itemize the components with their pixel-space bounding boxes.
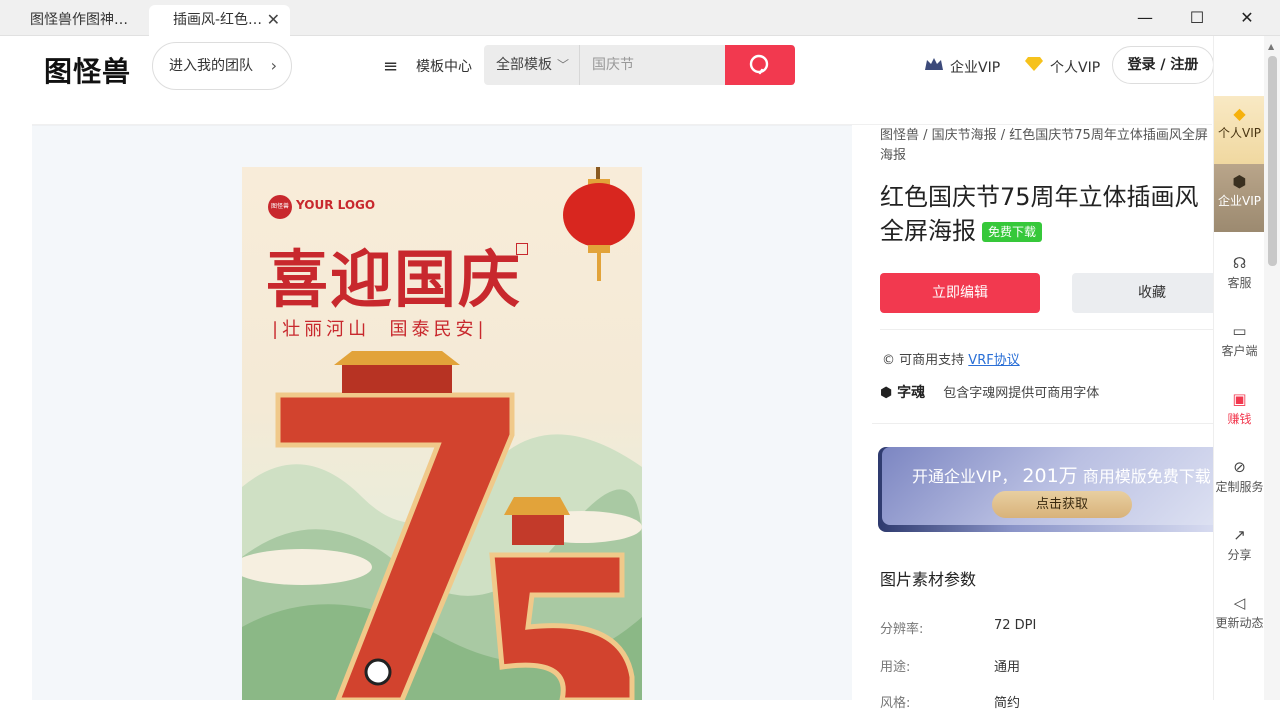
font-brand: ⬢ 字魂 (880, 385, 925, 401)
template-center-link[interactable]: 模板中心 (416, 56, 472, 76)
divider (880, 329, 1214, 330)
search-category-select[interactable]: 全部模板 ﹀ (484, 45, 580, 85)
megaphone-icon: ◁ (1233, 594, 1246, 612)
font-info-row: ⬢ 字魂 包含字魂网提供可商用字体 (880, 382, 1214, 402)
sidebar-item-client[interactable]: ▭ 客户端 (1214, 322, 1265, 359)
number-75-illustration (275, 351, 635, 700)
sidebar-corp-vip-label: 企业VIP (1218, 194, 1261, 208)
monitor-icon: ▭ (1232, 322, 1247, 340)
params-title: 图片素材参数 (880, 570, 977, 589)
browser-tab-1[interactable]: 图怪兽作图神… (0, 5, 148, 36)
window-close-button[interactable]: ✕ (1222, 0, 1272, 36)
sidebar-item-label: 客服 (1227, 276, 1252, 290)
font-brand-label: 字魂 (897, 385, 926, 401)
crown-icon (924, 56, 944, 76)
link-icon: ⊘ (1233, 458, 1246, 476)
page-title: 红色国庆节75周年立体插画风全屏海报 免费下载 (880, 180, 1214, 248)
poster-logo-badge: 图怪兽 (268, 195, 292, 219)
search-input[interactable] (580, 45, 725, 85)
browser-tab-strip: 图怪兽作图神… 插画风-红色… ✕ — ☐ ✕ (0, 0, 1280, 36)
corp-badge-icon: ⬢ (1232, 172, 1247, 191)
param-value-style: 简约 (994, 696, 1021, 711)
floating-sidebar: ◆ 个人VIP ⬢ 企业VIP ☊ 客服 ▭ 客户端 ▣ 赚钱 ⊘ 定制服务 ↗… (1213, 36, 1265, 700)
license-text: 可商用支持 (899, 353, 965, 368)
promo-suffix: 商用模版免费下载 (1082, 467, 1211, 486)
param-label-style: 风格: (880, 696, 911, 711)
promo-prefix: 开通企业VIP， (912, 467, 1018, 486)
sidebar-item-customer-service[interactable]: ☊ 客服 (1214, 254, 1265, 291)
chevron-down-icon: ﹀ (556, 58, 569, 72)
edit-now-button[interactable]: 立即编辑 (880, 273, 1040, 313)
sidebar-corp-vip[interactable]: ⬢ 企业VIP (1214, 164, 1265, 232)
sidebar-item-label: 客户端 (1221, 344, 1258, 358)
diamond-icon: ◆ (1233, 104, 1246, 123)
license-row: © 可商用支持 VRF协议 (882, 349, 1020, 368)
vrf-license-link[interactable]: VRF协议 (968, 353, 1019, 368)
maximize-button[interactable]: ☐ (1172, 0, 1222, 36)
promo-text: 开通企业VIP， 201万 商用模版免费下载 (912, 461, 1211, 488)
site-logo[interactable]: 图怪兽 (44, 50, 131, 90)
sidebar-item-updates[interactable]: ◁ 更新动态 (1214, 594, 1265, 631)
free-download-badge: 免费下载 (982, 222, 1043, 242)
search-icon (749, 54, 769, 75)
lantern-illustration (563, 167, 635, 281)
sidebar-personal-vip-label: 个人VIP (1218, 126, 1261, 140)
corp-vip-link[interactable]: 企业VIP (924, 56, 1000, 77)
divider (872, 423, 1214, 424)
browser-tab-2-active[interactable]: 插画风-红色… ✕ (149, 5, 290, 36)
sidebar-item-label: 更新动态 (1215, 616, 1264, 630)
corp-vip-label: 企业VIP (950, 60, 1001, 76)
sidebar-item-earn[interactable]: ▣ 赚钱 (1214, 390, 1265, 427)
my-team-label: 进入我的团队 (169, 58, 253, 74)
scrollbar-thumb[interactable] (1268, 56, 1277, 266)
chevron-right-icon: › (270, 56, 277, 75)
headset-icon: ☊ (1232, 254, 1247, 272)
minimize-button[interactable]: — (1120, 0, 1170, 36)
gift-icon: ▣ (1232, 390, 1247, 408)
diamond-icon (1024, 56, 1044, 76)
sidebar-personal-vip[interactable]: ◆ 个人VIP (1214, 96, 1265, 164)
sidebar-item-custom-service[interactable]: ⊘ 定制服务 (1214, 458, 1265, 495)
poster-your-logo: YOUR LOGO (296, 198, 376, 212)
sidebar-item-label: 定制服务 (1215, 480, 1264, 494)
param-label-usage: 用途: (880, 660, 911, 675)
login-register-button[interactable]: 登录 / 注册 (1112, 46, 1214, 84)
personal-vip-label: 个人VIP (1050, 60, 1101, 76)
scroll-up-icon[interactable]: ▲ (1268, 42, 1274, 51)
param-label-resolution: 分辨率: (880, 622, 924, 637)
param-value-resolution: 72 DPI (994, 618, 1037, 633)
poster-headline: 喜迎国庆 (266, 243, 523, 316)
poster-preview[interactable]: 图怪兽 YOUR LOGO 喜迎国庆 |壮丽河山 国泰民安| (242, 167, 642, 700)
promo-get-button[interactable]: 点击获取 (992, 491, 1132, 518)
my-team-button[interactable]: 进入我的团队 › (152, 42, 292, 90)
close-icon[interactable]: ✕ (267, 5, 280, 35)
sidebar-item-label: 赚钱 (1227, 412, 1252, 426)
sidebar-item-label: 分享 (1227, 548, 1252, 562)
share-icon: ↗ (1233, 526, 1246, 544)
search-button[interactable] (725, 45, 795, 85)
copyright-icon: © (882, 353, 895, 368)
cube-icon: ⬢ (880, 385, 893, 401)
font-note: 包含字魂网提供可商用字体 (943, 386, 1100, 401)
poster-subheadline: |壮丽河山 国泰民安| (272, 319, 488, 340)
seal-icon (516, 243, 528, 255)
page-scrollbar[interactable]: ▲ (1264, 36, 1280, 700)
tab-label: 图怪兽作图神… (30, 12, 128, 28)
tab-label: 插画风-红色… (173, 12, 263, 28)
param-value-usage: 通用 (994, 660, 1021, 675)
promo-count: 201万 (1022, 465, 1078, 487)
breadcrumb[interactable]: 图怪兽 / 国庆节海报 / 红色国庆节75周年立体插画风全屏海报 (880, 126, 1214, 166)
corp-vip-promo-banner[interactable]: 开通企业VIP， 201万 商用模版免费下载 点击获取 (878, 447, 1214, 532)
sidebar-item-share[interactable]: ↗ 分享 (1214, 526, 1265, 563)
menu-icon[interactable]: ≡ (383, 56, 398, 77)
search-category-label: 全部模板 (496, 57, 552, 73)
personal-vip-link[interactable]: 个人VIP (1024, 56, 1100, 77)
favorite-button[interactable]: 收藏 (1072, 273, 1232, 313)
